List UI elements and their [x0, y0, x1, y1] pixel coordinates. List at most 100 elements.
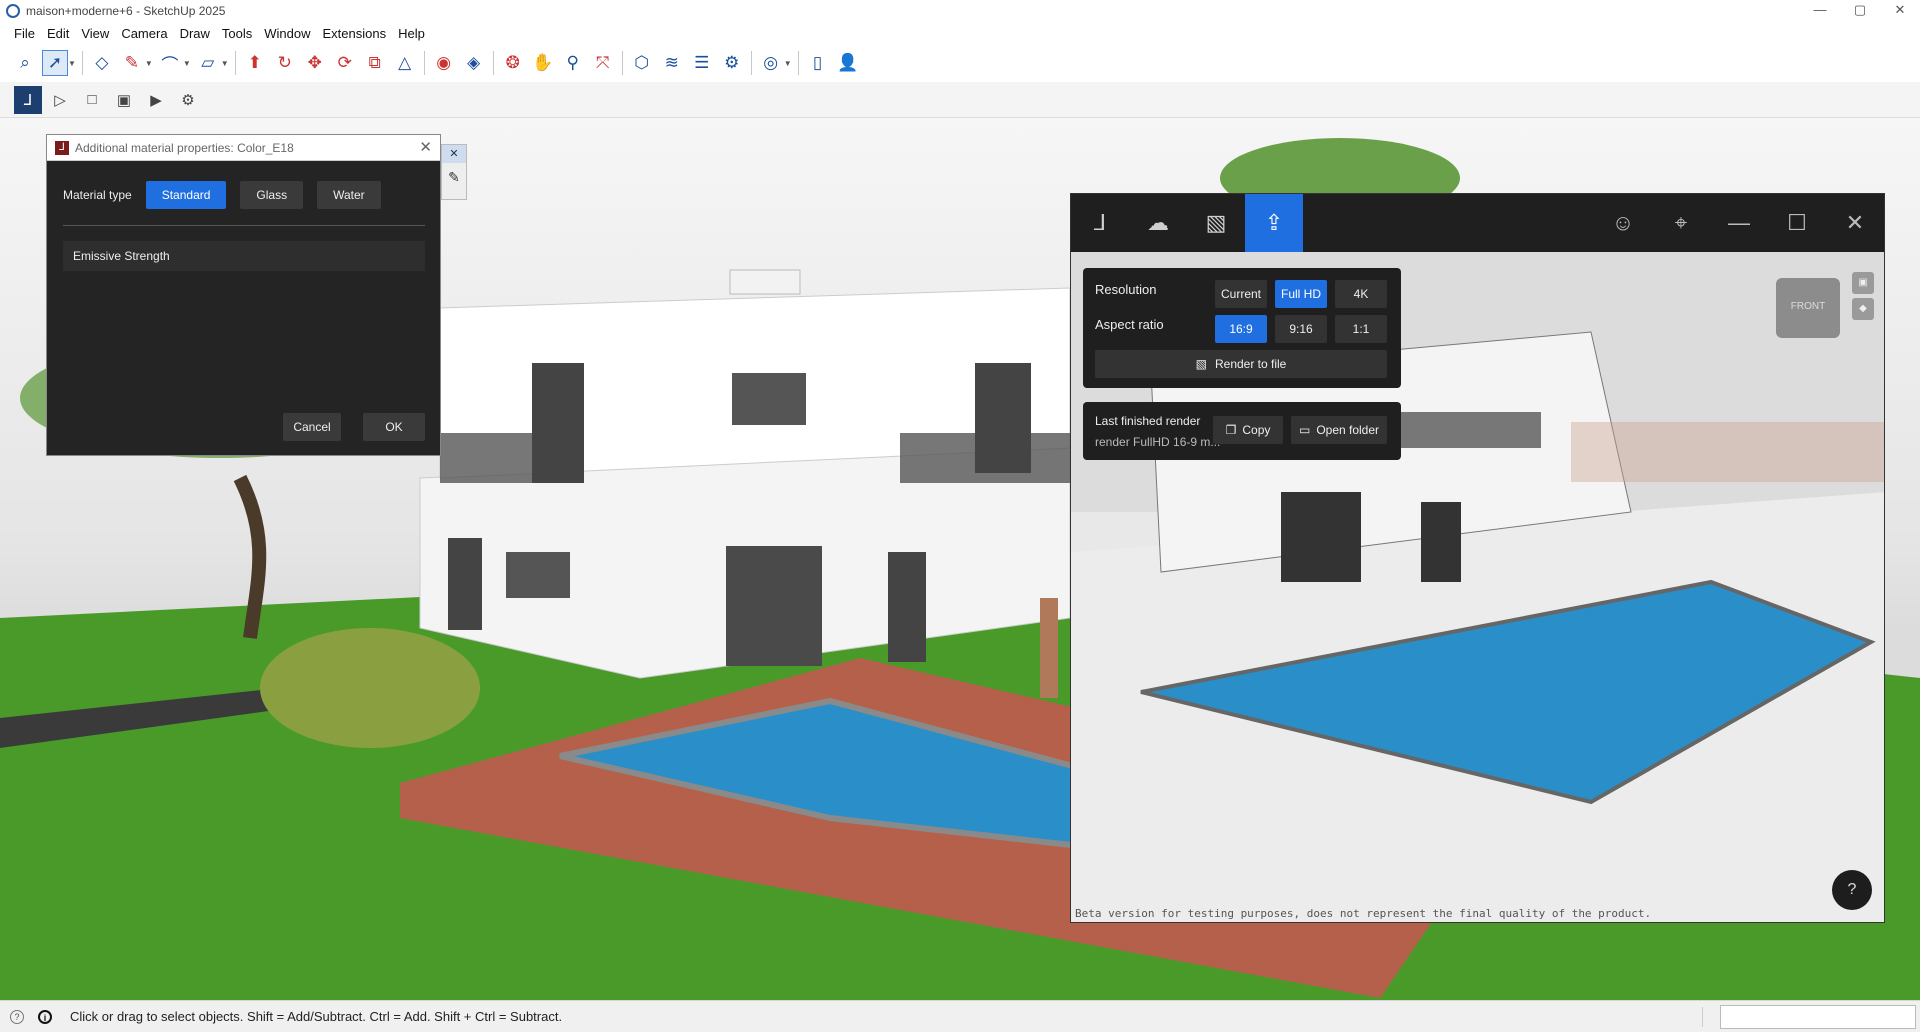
rectangle-tool-icon[interactable]: ▱ — [195, 50, 221, 76]
close-icon[interactable]: ✕ — [1826, 194, 1884, 252]
resolution-fullhd-button[interactable]: Full HD — [1275, 280, 1327, 308]
arc-tool-icon[interactable]: ⌒ — [157, 50, 183, 76]
export-image-icon: ▧ — [1195, 357, 1207, 371]
render-to-file-button[interactable]: ▧ Render to file — [1095, 350, 1387, 378]
beta-notice: Beta version for testing purposes, does … — [1075, 907, 1652, 920]
open-folder-button[interactable]: ▭ Open folder — [1291, 416, 1387, 444]
user-icon[interactable]: ☺ — [1594, 194, 1652, 252]
search-icon[interactable]: ⌕ — [12, 50, 38, 76]
type-water-button[interactable]: Water — [317, 181, 381, 209]
aspect-16-9-button[interactable]: 16:9 — [1215, 315, 1267, 343]
offset-icon[interactable]: △ — [392, 50, 418, 76]
rectangle-dropdown-icon[interactable]: ▼ — [221, 59, 229, 68]
pencil-dropdown-icon[interactable]: ▼ — [145, 59, 153, 68]
extension-manager-icon[interactable]: ⚙ — [719, 50, 745, 76]
menu-bar: File Edit View Camera Draw Tools Window … — [0, 22, 1920, 44]
arc-dropdown-icon[interactable]: ▼ — [183, 59, 191, 68]
rotate-icon[interactable]: ⟳ — [332, 50, 358, 76]
layout-icon[interactable]: ☰ — [689, 50, 715, 76]
menu-file[interactable]: File — [8, 26, 41, 41]
render-door — [1421, 502, 1461, 582]
close-window-button[interactable]: ✕ — [1880, 0, 1920, 22]
minimize-button[interactable]: — — [1800, 0, 1840, 22]
play-icon[interactable]: ▷ — [46, 86, 74, 114]
stop-icon[interactable]: □ — [78, 86, 106, 114]
video-camera-icon[interactable]: ▶ — [142, 86, 170, 114]
extension-warehouse-icon[interactable]: ≋ — [659, 50, 685, 76]
eraser-icon[interactable]: ◇ — [89, 50, 115, 76]
type-glass-button[interactable]: Glass — [240, 181, 304, 209]
new-file-icon[interactable]: ▯ — [805, 50, 831, 76]
resolution-current-button[interactable]: Current — [1215, 280, 1267, 308]
folder-icon: ▭ — [1298, 423, 1311, 437]
menu-extensions[interactable]: Extensions — [317, 26, 393, 41]
menu-draw[interactable]: Draw — [174, 26, 216, 41]
cancel-button[interactable]: Cancel — [283, 413, 341, 441]
export-tab-icon[interactable]: ⇪ — [1245, 194, 1303, 252]
info-icon[interactable]: i — [38, 1009, 52, 1024]
last-render-card: Last finished render render FullHD 16-9 … — [1083, 402, 1401, 460]
minimize-icon[interactable]: — — [1710, 194, 1768, 252]
account-icon[interactable]: ◎ — [758, 50, 784, 76]
measurements-box[interactable] — [1720, 1005, 1916, 1029]
type-standard-button[interactable]: Standard — [145, 181, 227, 209]
render-to-file-label: Render to file — [1214, 357, 1287, 371]
emissive-strength-field[interactable]: Emissive Strength — [63, 241, 425, 271]
ground-door — [448, 538, 482, 630]
toolbar-divider — [234, 51, 236, 75]
select-tool-dropdown-icon[interactable]: ▼ — [68, 59, 76, 68]
close-icon[interactable]: ✕ — [419, 138, 432, 156]
camera-record-icon[interactable]: ▣ — [110, 86, 138, 114]
follow-me-icon[interactable]: ↻ — [272, 50, 298, 76]
paint-bucket-icon[interactable]: ◈ — [461, 50, 487, 76]
select-tool-icon[interactable]: ➚ — [42, 50, 68, 76]
account-dropdown-icon[interactable]: ▼ — [784, 59, 792, 68]
camera-icon[interactable]: ▣ — [1852, 272, 1874, 294]
menu-window[interactable]: Window — [258, 26, 316, 41]
image-settings-tab-icon[interactable]: ▧ — [1187, 194, 1245, 252]
menu-camera[interactable]: Camera — [115, 26, 173, 41]
pan-icon[interactable]: ✋ — [530, 50, 556, 76]
renderer-logo-icon[interactable]: ⅃ — [1071, 194, 1129, 252]
tape-measure-icon[interactable]: ◉ — [431, 50, 457, 76]
environment-tab-icon[interactable]: ☁ — [1129, 194, 1187, 252]
warehouse-icon[interactable]: ⬡ — [629, 50, 655, 76]
help-button[interactable]: ? — [1832, 870, 1872, 910]
zoom-extents-icon[interactable]: ⤧ — [590, 50, 616, 76]
resolution-label: Resolution — [1095, 282, 1157, 297]
dialog-title-bar: ⅃ Additional material properties: Color_… — [47, 135, 440, 161]
geo-location-icon[interactable]: ? — [10, 1009, 24, 1024]
dialog-title: Additional material properties: Color_E1… — [75, 140, 294, 155]
resolution-4k-button[interactable]: 4K — [1335, 280, 1387, 308]
maximize-button[interactable]: ▢ — [1840, 0, 1880, 22]
maximize-icon[interactable]: ☐ — [1768, 194, 1826, 252]
pencil-icon[interactable]: ✎ — [119, 50, 145, 76]
aspect-1-1-button[interactable]: 1:1 — [1335, 315, 1387, 343]
menu-help[interactable]: Help — [392, 26, 431, 41]
user-profile-icon[interactable]: 👤 — [835, 50, 861, 76]
menu-edit[interactable]: Edit — [41, 26, 75, 41]
settings-gear-icon[interactable]: ⚙ — [174, 86, 202, 114]
status-divider — [1702, 1007, 1703, 1027]
toolbar-divider — [797, 51, 799, 75]
menu-tools[interactable]: Tools — [216, 26, 258, 41]
aspect-9-16-button[interactable]: 9:16 — [1275, 315, 1327, 343]
render-balcony — [1401, 412, 1541, 448]
render-preview[interactable]: Resolution Current Full HD 4K Aspect rat… — [1071, 252, 1884, 922]
render-panel-header: ⅃ ☁ ▧ ⇪ ☺ ⌖ — ☐ ✕ — [1071, 194, 1884, 252]
renderer-logo-icon[interactable]: ⅃ — [14, 85, 42, 114]
push-pull-icon[interactable]: ⬆ — [242, 50, 268, 76]
brush-icon[interactable]: ✎ — [442, 169, 466, 186]
copy-button[interactable]: ❐ Copy — [1213, 416, 1283, 444]
layers-icon[interactable]: ◆ — [1852, 298, 1874, 320]
pin-icon[interactable]: ⌖ — [1652, 194, 1710, 252]
window-controls: — ▢ ✕ — [1800, 0, 1920, 22]
zoom-icon[interactable]: ⚲ — [560, 50, 586, 76]
view-cube[interactable]: FRONT — [1776, 278, 1840, 338]
menu-view[interactable]: View — [75, 26, 115, 41]
orbit-icon[interactable]: ❂ — [500, 50, 526, 76]
move-icon[interactable]: ✥ — [302, 50, 328, 76]
mini-panel-close-icon[interactable]: ✕ — [442, 145, 466, 163]
ok-button[interactable]: OK — [363, 413, 425, 441]
scale-icon[interactable]: ⧉ — [362, 50, 388, 76]
